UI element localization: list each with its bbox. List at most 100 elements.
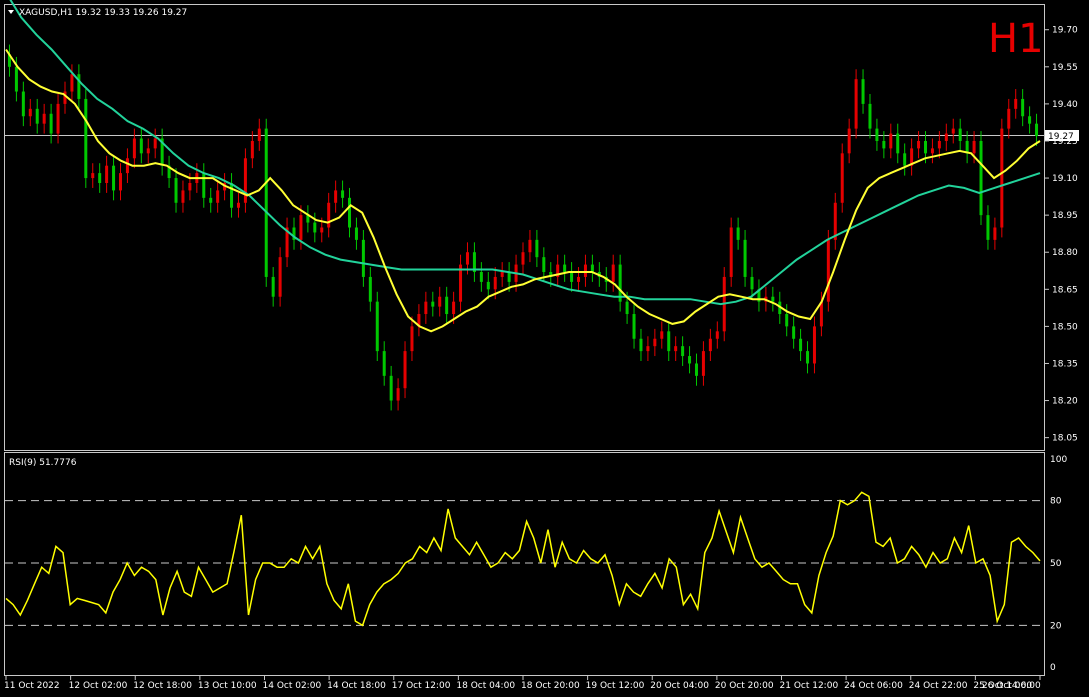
rsi-tick-label: 20 (1050, 621, 1062, 631)
symbol-dropdown-icon[interactable] (8, 10, 14, 14)
candle-body (854, 79, 858, 129)
candle-body (209, 197, 213, 203)
candle-body (681, 346, 685, 357)
candle-body (563, 264, 567, 272)
candle-body (937, 140, 941, 149)
candle-body (49, 113, 53, 134)
price-tick-label: 19.10 (1052, 174, 1078, 184)
candle-body (868, 103, 872, 129)
trading-chart[interactable]: XAGUSD,H1 19.32 19.33 19.26 19.27 RSI(9)… (0, 0, 1089, 697)
candle-body (785, 314, 789, 327)
price-tick-label: 19.25 (1052, 137, 1078, 147)
price-tick-label: 18.65 (1052, 285, 1078, 295)
candle-body (341, 190, 345, 198)
candle-body (542, 257, 546, 272)
time-tick-label: 19 Oct 12:00 (586, 681, 645, 691)
candle-body (889, 133, 893, 149)
candle-body (944, 133, 948, 141)
candle-body (694, 363, 698, 376)
candle-body (188, 183, 192, 191)
candle-body (112, 165, 116, 191)
time-tick-label: 17 Oct 12:00 (392, 681, 451, 691)
candle-body (264, 128, 268, 277)
candle-body (313, 222, 317, 233)
time-tick-label: 24 Oct 06:00 (844, 681, 903, 691)
candle-body (521, 252, 525, 265)
candle-body (847, 128, 851, 154)
candle-body (736, 227, 740, 240)
candle-body (861, 79, 865, 104)
candle-body (431, 301, 435, 307)
candle-body (701, 351, 705, 376)
candle-body (799, 338, 803, 352)
candle-body (1000, 128, 1004, 228)
time-tick-label: 12 Oct 02:00 (69, 681, 128, 691)
candle-body (35, 108, 39, 124)
time-tick-label: 21 Oct 12:00 (780, 681, 839, 691)
candle-body (271, 276, 275, 297)
candle-body (1007, 108, 1011, 129)
candle-body (1035, 123, 1039, 137)
candle-body (132, 138, 136, 159)
candle-body (250, 140, 254, 159)
candle-body (743, 239, 747, 277)
candle-body (452, 301, 456, 315)
candle-body (486, 281, 490, 290)
candle-body (1021, 98, 1025, 117)
candle-body (465, 252, 469, 265)
candle-body (660, 331, 664, 339)
candle-body (299, 215, 303, 240)
candle-body (653, 338, 657, 347)
time-tick-label: 12 Oct 18:00 (133, 681, 192, 691)
candle-body (91, 173, 95, 179)
price-panel-frame (4, 4, 1045, 451)
candle-body (368, 276, 372, 302)
price-tick-label: 18.35 (1052, 359, 1078, 369)
price-tick-label: 19.70 (1052, 26, 1078, 36)
rsi-panel-frame (4, 452, 1045, 676)
candle-body (535, 239, 539, 258)
fast-moving-average-line (5, 48, 1041, 333)
candle-body (119, 173, 123, 191)
symbol-header: XAGUSD,H1 19.32 19.33 19.26 19.27 (19, 8, 187, 18)
candle-body (361, 239, 365, 277)
candle-body (105, 165, 109, 183)
candle-body (812, 326, 816, 364)
candle-body (98, 173, 102, 183)
candle-body (903, 153, 907, 166)
candle-body (84, 98, 88, 179)
candle-body (1014, 98, 1018, 109)
candle-body (389, 375, 393, 401)
candle-body (583, 264, 587, 277)
candle-body (257, 128, 261, 141)
candle-body (445, 296, 449, 315)
candle-body (972, 140, 976, 154)
candle-body (896, 133, 900, 154)
time-tick-label: 14 Oct 18:00 (327, 681, 386, 691)
candle-body (708, 338, 712, 352)
candle-body (216, 190, 220, 203)
candle-body (493, 276, 497, 290)
candle-body (479, 272, 483, 282)
candle-body (729, 227, 733, 277)
candle-body (327, 202, 331, 228)
candle-body (993, 227, 997, 240)
candle-body (139, 138, 143, 154)
candle-body (923, 140, 927, 154)
candle-body (771, 296, 775, 302)
candle-body (951, 128, 955, 134)
candle-body (826, 239, 830, 302)
candle-body (320, 227, 324, 233)
rsi-tick-label: 50 (1050, 559, 1062, 569)
candle-body (174, 178, 178, 203)
candle-body (625, 301, 629, 315)
candle-body (792, 326, 796, 339)
candle-body (375, 301, 379, 352)
price-tick-label: 18.20 (1052, 397, 1078, 407)
candle-body (348, 197, 352, 228)
time-tick-label: 24 Oct 22:00 (909, 681, 968, 691)
candle-body (688, 356, 692, 364)
time-tick-label: 20 Oct 04:00 (650, 681, 709, 691)
candle-body (667, 331, 671, 352)
rsi-tick-label: 100 (1050, 455, 1067, 465)
